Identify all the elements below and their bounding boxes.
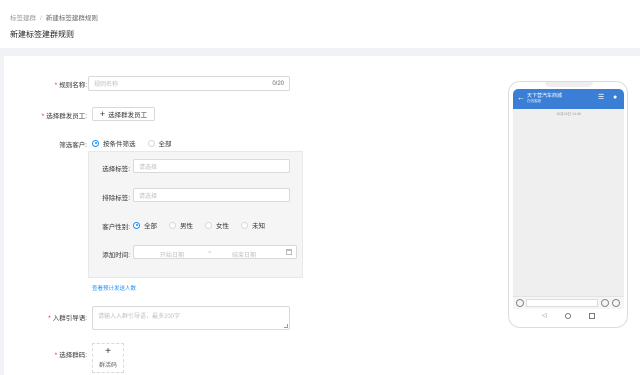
chat-timestamp: 10月24日 14:46 <box>556 112 581 116</box>
chat-area: 10月24日 14:46 <box>513 109 624 296</box>
plus-icon: + <box>99 108 106 119</box>
radio-unchecked-icon <box>147 139 155 147</box>
chat-text-input[interactable] <box>526 299 598 307</box>
exclude-tag-label: 排除标签: <box>102 195 130 202</box>
phone-preview: ← 天下营汽车商城 在线客服 ☰ ● 10月24日 14:46 ◁ <box>508 81 628 328</box>
staff-label: * 选择群发员工: <box>41 113 87 120</box>
user-icon[interactable]: ● <box>613 94 618 101</box>
radio-unchecked-icon <box>169 221 176 229</box>
required-mark: * <box>54 352 58 359</box>
back-arrow-icon[interactable]: ← <box>517 93 525 102</box>
chat-title: 天下营汽车商城 <box>527 93 563 99</box>
add-icon[interactable] <box>612 299 620 307</box>
guide-textarea[interactable]: 请输入入群引导语，最多200字 <box>92 306 290 330</box>
plus-icon: + <box>105 346 111 357</box>
rule-name-placeholder: 规则名称 <box>94 82 119 88</box>
date-range-picker[interactable]: 开始日期 ~ 结束日期 <box>133 245 297 259</box>
required-mark: * <box>48 315 51 322</box>
select-staff-button[interactable]: + 选择群发员工 <box>92 107 155 121</box>
breadcrumb-separator: / <box>40 15 42 22</box>
radio-gender-female[interactable]: 女性 <box>205 220 229 230</box>
group-code-label: * 选择群码: <box>54 352 87 359</box>
end-date-input[interactable]: 结束日期 <box>232 250 256 259</box>
radio-filter-by-condition[interactable]: 按条件筛选 <box>92 138 136 148</box>
menu-icon[interactable]: ☰ <box>598 94 604 101</box>
radio-unchecked-icon <box>205 221 212 229</box>
page-title: 新建标签建群规则 <box>10 30 74 39</box>
voice-icon[interactable] <box>516 299 524 307</box>
start-date-input[interactable]: 开始日期 <box>160 250 184 259</box>
radio-gender-male[interactable]: 男性 <box>169 220 193 230</box>
preview-send-count-link[interactable]: 查看预计发送人数 <box>92 284 136 292</box>
page-header: 标签建群 / 新建标签建群规则 新建标签建群规则 <box>0 0 640 48</box>
rule-name-input[interactable]: 规则名称 0/20 <box>88 76 290 91</box>
customers-radio-group: 按条件筛选 全部 <box>92 138 184 148</box>
gender-radio-group: 全部 男性 女性 未知 <box>133 220 277 230</box>
radio-gender-unknown[interactable]: 未知 <box>241 220 265 230</box>
filter-conditions-box: 选择标签: 请选择 排除标签: 请选择 客户性别: 全部 男性 女性 未知 添加… <box>88 151 303 278</box>
group-code-upload[interactable]: + 群活码 <box>92 343 124 373</box>
gender-label: 客户性别: <box>102 224 130 231</box>
phone-notch <box>545 82 593 87</box>
home-nav-icon[interactable] <box>565 313 571 319</box>
emoji-icon[interactable] <box>601 299 609 307</box>
required-mark: * <box>41 113 45 120</box>
back-nav-icon[interactable]: ◁ <box>542 312 547 319</box>
tag-select[interactable]: 请选择 <box>133 159 290 173</box>
radio-gender-all[interactable]: 全部 <box>133 220 157 230</box>
phone-nav-bar: ◁ <box>513 309 624 325</box>
calendar-icon <box>286 249 292 255</box>
date-range-separator: ~ <box>208 250 212 256</box>
recent-apps-icon[interactable] <box>589 313 595 319</box>
radio-checked-icon <box>92 139 99 147</box>
radio-unchecked-icon <box>241 221 248 229</box>
breadcrumb-current: 新建标签建群规则 <box>45 15 98 22</box>
chat-subtitle: 在线客服 <box>527 99 541 103</box>
resize-handle-icon[interactable] <box>284 324 288 328</box>
exclude-tag-select[interactable]: 请选择 <box>133 188 290 202</box>
rule-name-label: * 规则名称: <box>54 82 87 89</box>
chat-header: ← 天下营汽车商城 在线客服 ☰ ● <box>513 89 624 109</box>
add-time-label: 添加时间: <box>102 252 130 259</box>
tag-label: 选择标签: <box>102 166 130 173</box>
chat-input-bar <box>513 296 624 309</box>
breadcrumb-parent-link[interactable]: 标签建群 <box>10 15 36 22</box>
radio-checked-icon <box>133 221 140 229</box>
guide-label: * 入群引导语: <box>48 315 87 322</box>
customers-label: 筛选客户: <box>59 142 87 149</box>
rule-name-counter: 0/20 <box>272 80 284 87</box>
breadcrumb: 标签建群 / 新建标签建群规则 <box>10 12 98 22</box>
radio-all-customers[interactable]: 全部 <box>147 138 172 148</box>
required-mark: * <box>54 82 58 89</box>
